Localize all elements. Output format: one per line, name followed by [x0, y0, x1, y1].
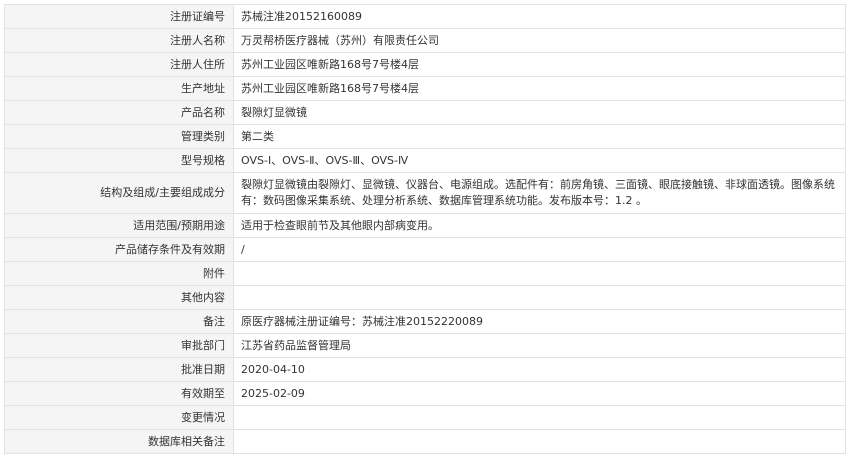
- field-value: 苏州工业园区唯新路168号7号楼4层: [233, 52, 846, 77]
- table-row: 审批部门 江苏省药品监督管理局: [4, 333, 846, 358]
- field-value: 原医疗器械注册证编号：苏械注准20152220089: [233, 309, 846, 334]
- field-label: 其他内容: [4, 285, 234, 310]
- table-row: 注册人名称 万灵帮桥医疗器械（苏州）有限责任公司: [4, 28, 846, 53]
- field-value: 万灵帮桥医疗器械（苏州）有限责任公司: [233, 28, 846, 53]
- field-value: 2025-02-09: [233, 381, 846, 406]
- field-label: 有效期至: [4, 381, 234, 406]
- field-label: 注册人住所: [4, 52, 234, 77]
- field-value: 苏州工业园区唯新路168号7号楼4层: [233, 76, 846, 101]
- field-label: 备注: [4, 309, 234, 334]
- field-label: 产品储存条件及有效期: [4, 237, 234, 262]
- table-row: 注册证编号 苏械注准20152160089: [4, 4, 846, 29]
- field-label: 数据库相关备注: [4, 429, 234, 454]
- field-label: 变更情况: [4, 405, 234, 430]
- table-row: 附件: [4, 261, 846, 286]
- table-row: 变更情况: [4, 405, 846, 430]
- table-row: 有效期至 2025-02-09: [4, 381, 846, 406]
- registration-detail-table: 注册证编号 苏械注准20152160089 注册人名称 万灵帮桥医疗器械（苏州）…: [4, 4, 846, 454]
- field-label: 结构及组成/主要组成成分: [4, 172, 234, 214]
- table-row: 管理类别 第二类: [4, 124, 846, 149]
- field-label: 附件: [4, 261, 234, 286]
- field-value: 裂隙灯显微镜: [233, 100, 846, 125]
- field-label: 适用范围/预期用途: [4, 213, 234, 238]
- field-label: 产品名称: [4, 100, 234, 125]
- table-row: 批准日期 2020-04-10: [4, 357, 846, 382]
- field-label: 管理类别: [4, 124, 234, 149]
- field-label: 批准日期: [4, 357, 234, 382]
- field-value: 江苏省药品监督管理局: [233, 333, 846, 358]
- field-value: 裂隙灯显微镜由裂隙灯、显微镜、仪器台、电源组成。选配件有：前房角镜、三面镜、眼底…: [233, 172, 846, 214]
- field-label: 审批部门: [4, 333, 234, 358]
- field-label: 型号规格: [4, 148, 234, 173]
- table-row: 数据库相关备注: [4, 429, 846, 454]
- field-label: 注册证编号: [4, 4, 234, 29]
- table-row: 适用范围/预期用途 适用于检查眼前节及其他眼内部病变用。: [4, 213, 846, 238]
- field-value: 适用于检查眼前节及其他眼内部病变用。: [233, 213, 846, 238]
- table-row: 产品名称 裂隙灯显微镜: [4, 100, 846, 125]
- field-value: 2020-04-10: [233, 357, 846, 382]
- field-value: [233, 405, 846, 430]
- table-row: 产品储存条件及有效期 /: [4, 237, 846, 262]
- table-row: 型号规格 OVS-Ⅰ、OVS-Ⅱ、OVS-Ⅲ、OVS-Ⅳ: [4, 148, 846, 173]
- table-row: 注册人住所 苏州工业园区唯新路168号7号楼4层: [4, 52, 846, 77]
- table-row: 备注 原医疗器械注册证编号：苏械注准20152220089: [4, 309, 846, 334]
- table-row: 生产地址 苏州工业园区唯新路168号7号楼4层: [4, 76, 846, 101]
- table-row: 结构及组成/主要组成成分 裂隙灯显微镜由裂隙灯、显微镜、仪器台、电源组成。选配件…: [4, 172, 846, 214]
- field-value: 第二类: [233, 124, 846, 149]
- field-value: OVS-Ⅰ、OVS-Ⅱ、OVS-Ⅲ、OVS-Ⅳ: [233, 148, 846, 173]
- field-value: [233, 429, 846, 454]
- field-value: [233, 261, 846, 286]
- field-value: [233, 285, 846, 310]
- table-row: 其他内容: [4, 285, 846, 310]
- field-value: 苏械注准20152160089: [233, 4, 846, 29]
- field-label: 注册人名称: [4, 28, 234, 53]
- field-label: 生产地址: [4, 76, 234, 101]
- field-value: /: [233, 237, 846, 262]
